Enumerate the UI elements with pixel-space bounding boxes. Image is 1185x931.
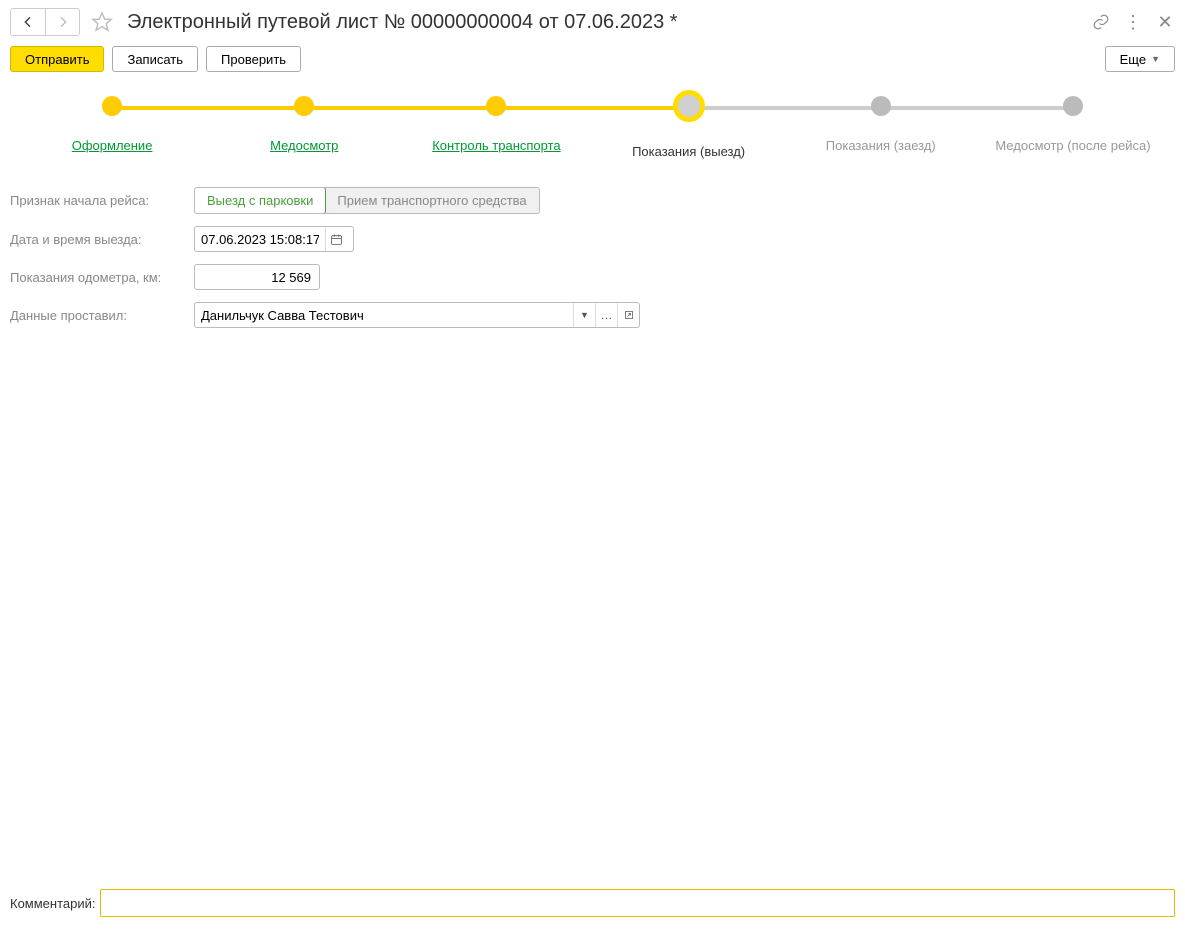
datetime-input-wrap [194,226,354,252]
datetime-input[interactable] [195,227,325,251]
nav-forward-button[interactable] [45,9,79,35]
trip-start-receive[interactable]: Прием транспортного средства [325,188,538,213]
step-dot-1 [102,96,122,116]
trip-start-toggle: Выезд с парковки Прием транспортного сре… [194,187,540,214]
calendar-icon[interactable] [325,227,347,251]
step-dot-4 [673,90,705,122]
nav-back-button[interactable] [11,9,45,35]
check-button[interactable]: Проверить [206,46,301,72]
link-icon[interactable] [1091,12,1111,32]
send-button[interactable]: Отправить [10,46,104,72]
trip-start-parking[interactable]: Выезд с парковки [194,187,326,214]
open-icon[interactable] [617,303,639,327]
kebab-menu-icon[interactable]: ⋮ [1123,12,1143,32]
step-registration[interactable]: Оформление [72,138,153,153]
step-dot-5 [871,96,891,116]
odometer-label: Показания одометра, км: [10,270,194,285]
step-medical[interactable]: Медосмотр [270,138,338,153]
odometer-input[interactable] [195,265,319,289]
step-readings-out: Показания (выезд) [632,144,745,159]
step-dot-6 [1063,96,1083,116]
stepper: Оформление Медосмотр Контроль транспорта… [0,84,1185,167]
step-transport-control[interactable]: Контроль транспорта [432,138,560,153]
page-title: Электронный путевой лист № 00000000004 о… [127,11,1085,34]
person-input[interactable] [195,303,573,327]
close-icon[interactable]: ✕ [1155,12,1175,32]
more-button-label: Еще [1120,52,1146,67]
nav-history-group [10,8,80,36]
person-input-wrap: ▼ … [194,302,640,328]
step-medical-after: Медосмотр (после рейса) [995,138,1150,153]
odometer-input-wrap [194,264,320,290]
chevron-down-icon: ▼ [1151,54,1160,64]
step-readings-in: Показания (заезд) [826,138,936,153]
ellipsis-icon[interactable]: … [595,303,617,327]
step-dot-3 [486,96,506,116]
comment-input[interactable] [100,889,1176,917]
save-button[interactable]: Записать [112,46,198,72]
step-dot-2 [294,96,314,116]
datetime-label: Дата и время выезда: [10,232,194,247]
dropdown-icon[interactable]: ▼ [573,303,595,327]
more-button[interactable]: Еще ▼ [1105,46,1175,72]
comment-label: Комментарий: [10,896,96,911]
person-label: Данные проставил: [10,308,194,323]
trip-start-label: Признак начала рейса: [10,193,194,208]
favorite-star-icon[interactable] [89,9,115,35]
